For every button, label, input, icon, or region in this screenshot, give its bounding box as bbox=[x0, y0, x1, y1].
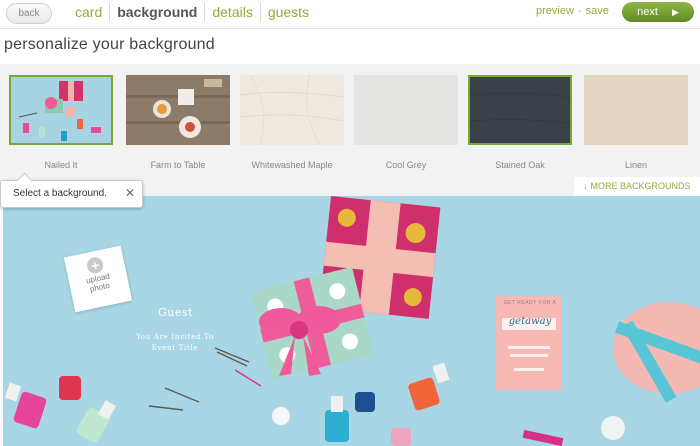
cotton-ball bbox=[272, 407, 290, 425]
guest-name: Guest bbox=[158, 306, 193, 319]
invite-line-2: Event Title bbox=[151, 344, 199, 352]
glitter-jar bbox=[601, 416, 625, 440]
tooltip-text: Select a background. bbox=[13, 188, 107, 199]
next-button[interactable]: next ▶ bbox=[622, 2, 694, 22]
bg-label-stained-oak: Stained Oak bbox=[495, 160, 545, 170]
bg-label-whitewashed-maple: Whitewashed Maple bbox=[251, 160, 333, 170]
bg-thumb-farm-to-table[interactable] bbox=[126, 75, 230, 145]
cool-grey-image bbox=[354, 75, 458, 145]
invite-line-1: You Are Invited To bbox=[136, 333, 214, 341]
next-arrow-icon: ▶ bbox=[671, 7, 679, 17]
page-title: personalize your background bbox=[4, 36, 215, 53]
nailed-it-image bbox=[11, 77, 111, 143]
upload-label: upload photo bbox=[69, 268, 129, 298]
card-preview: + upload photo Guest You Are Invited To E… bbox=[3, 196, 700, 446]
step-details[interactable]: details bbox=[205, 3, 261, 21]
bg-thumb-linen[interactable] bbox=[584, 75, 688, 145]
top-bar: back card background details guests prev… bbox=[0, 0, 700, 29]
bg-label-nailed-it: Nailed It bbox=[44, 160, 78, 170]
save-link[interactable]: save bbox=[586, 5, 609, 17]
preview-link[interactable]: preview bbox=[536, 5, 574, 17]
bg-thumb-whitewashed-maple[interactable] bbox=[240, 75, 344, 145]
stained-oak-image bbox=[470, 77, 570, 143]
bg-thumb-stained-oak[interactable] bbox=[468, 75, 572, 145]
step-background[interactable]: background bbox=[110, 3, 206, 21]
bg-thumb-nailed-it[interactable] bbox=[9, 75, 113, 145]
background-strip: Nailed It Farm to Table Whitewashed Mapl… bbox=[0, 64, 700, 196]
bg-label-farm-to-table: Farm to Table bbox=[150, 160, 206, 170]
bg-thumb-cool-grey[interactable] bbox=[354, 75, 458, 145]
step-nav: card background details guests bbox=[68, 3, 316, 21]
step-card[interactable]: card bbox=[68, 3, 111, 21]
back-button[interactable]: back bbox=[6, 3, 52, 24]
nailed-it-preview-image bbox=[3, 196, 700, 446]
next-label: next bbox=[637, 6, 658, 18]
upload-photo-button[interactable]: + upload photo bbox=[63, 245, 133, 313]
bg-label-linen: Linen bbox=[624, 160, 648, 170]
close-icon[interactable]: ✕ bbox=[125, 186, 135, 200]
whitewashed-maple-image bbox=[240, 75, 344, 145]
card-script-text: getaway bbox=[508, 316, 552, 327]
top-actions: preview - save bbox=[536, 5, 609, 17]
action-separator: - bbox=[577, 5, 582, 17]
invite-text: You Are Invited To Event Title bbox=[135, 332, 215, 354]
farm-to-table-image bbox=[126, 75, 230, 145]
step-guests[interactable]: guests bbox=[261, 3, 316, 21]
card-top-text: GET READY FOR A bbox=[503, 300, 557, 306]
invite-card bbox=[496, 296, 562, 390]
select-background-tooltip: Select a background. ✕ bbox=[0, 172, 143, 208]
more-backgrounds-link[interactable]: ↓ MORE BACKGROUNDS bbox=[574, 177, 700, 196]
bg-label-cool-grey: Cool Grey bbox=[385, 160, 427, 170]
linen-image bbox=[584, 75, 688, 145]
